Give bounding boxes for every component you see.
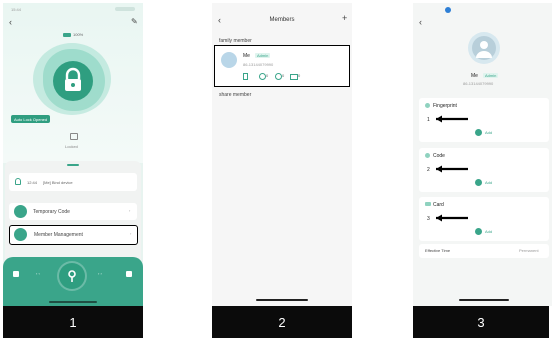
add-code-button[interactable]: Add [475,179,492,186]
home-indicator [459,299,509,301]
avatar [472,36,496,60]
temporary-code-icon [14,205,27,218]
member-phone: 86-13144079990 [243,62,274,67]
menu-item-member-management[interactable]: Member Management › [9,225,138,245]
event-text: [Me] Bind device [43,180,73,185]
section-title-card: Card [433,202,444,208]
annotation-arrow [436,115,468,123]
code-count: 0 [282,73,285,78]
member-icon [14,228,27,241]
member-name: Me [243,53,250,59]
card-count: 0 [298,73,301,78]
home-indicator [49,301,97,303]
caption-2: 2 [212,306,352,338]
event-time: 12:44 [27,180,38,185]
plus-icon [475,228,482,235]
back-icon[interactable]: ‹ [419,17,422,27]
edit-icon[interactable]: ✎ [131,17,138,26]
code-item[interactable]: 2 [427,167,430,173]
chevron-right-icon: › [129,208,131,213]
phone-icon [243,73,248,80]
auto-lock-badge: Auto Lock Opened [11,115,51,123]
padlock-small-icon [70,133,78,140]
annotation-arrow [436,165,468,173]
lock-icon [65,67,81,91]
fingerprint-count: 0 [266,73,269,78]
sheet-handle[interactable] [67,164,79,166]
user-icon [476,41,492,58]
plus-icon [475,129,482,136]
unlock-right-icon [126,271,132,277]
card-icon [290,74,298,80]
caption-3: 3 [413,306,549,338]
key-icon [68,270,76,282]
status-icons [115,7,135,11]
page-title: Members [269,17,295,23]
menu-item-temporary-code[interactable]: Temporary Code › [9,203,137,220]
plus-icon [475,179,482,186]
status-dot [445,7,451,13]
screen-3: ‹ Me Admin 86-13144079990 Fingerprint 1 … [413,3,552,306]
status-time: 15:44 [11,7,22,12]
code-icon [275,73,282,80]
section-fingerprint: Fingerprint 1 Add [419,98,549,142]
add-member-icon[interactable]: + [342,13,347,23]
back-icon[interactable]: ‹ [9,17,12,27]
user-name: Me [471,73,478,79]
battery-icon [63,33,71,37]
battery-label: 100% [73,32,84,37]
effective-time-label: Effective Time [425,248,451,253]
caption-1: 1 [3,306,143,338]
lock-button[interactable] [53,61,93,101]
section-code: Code 2 Add [419,148,549,192]
annotation-arrow [436,214,468,222]
menu-label-member-management: Member Management [34,232,83,238]
fingerprint-icon [425,103,430,108]
unlock-slider-bar[interactable]: ‹ ‹ › › [3,257,143,306]
slider-knob[interactable] [59,263,85,289]
add-card-button[interactable]: Add [475,228,492,235]
lock-status: Locked [65,144,78,149]
section-title-fingerprint: Fingerprint [433,103,457,109]
chevron-right-icon: › [130,231,132,236]
arrows-right-icon: › › [98,271,102,276]
recent-event-card[interactable]: 12:44 [Me] Bind device [9,173,137,191]
share-member-header: share member [219,92,252,98]
member-card[interactable]: Me Admin 86-13144079990 0 0 0 [214,45,350,87]
avatar [221,52,237,68]
home-indicator [256,299,308,301]
screen-2: ‹ Members + family member Me Admin 86-13… [212,3,352,306]
unlock-left-icon [13,271,19,277]
effective-time-value: Permanent [519,248,539,253]
admin-badge: Admin [255,53,271,58]
bell-icon [15,178,21,185]
section-title-code: Code [433,153,445,159]
effective-time-row[interactable]: Effective Time Permanent [419,244,549,258]
auto-lock-label: Auto Lock Opened [14,116,48,122]
code-icon [425,153,430,158]
arrows-left-icon: ‹ ‹ [36,271,40,276]
section-card: Card 3 Add [419,197,549,241]
fingerprint-icon [259,73,266,80]
screen-1: 15:44 ‹ ✎ 100% Auto Lock Opened Locked 1… [3,3,143,306]
card-item[interactable]: 3 [427,216,430,222]
admin-badge: Admin [483,73,499,78]
fingerprint-item[interactable]: 1 [427,117,430,123]
user-phone: 86-13144079990 [463,81,494,86]
family-member-header: family member [219,38,252,44]
add-fingerprint-button[interactable]: Add [475,129,492,136]
card-icon [425,202,431,206]
menu-label-temporary-code: Temporary Code [33,209,70,215]
